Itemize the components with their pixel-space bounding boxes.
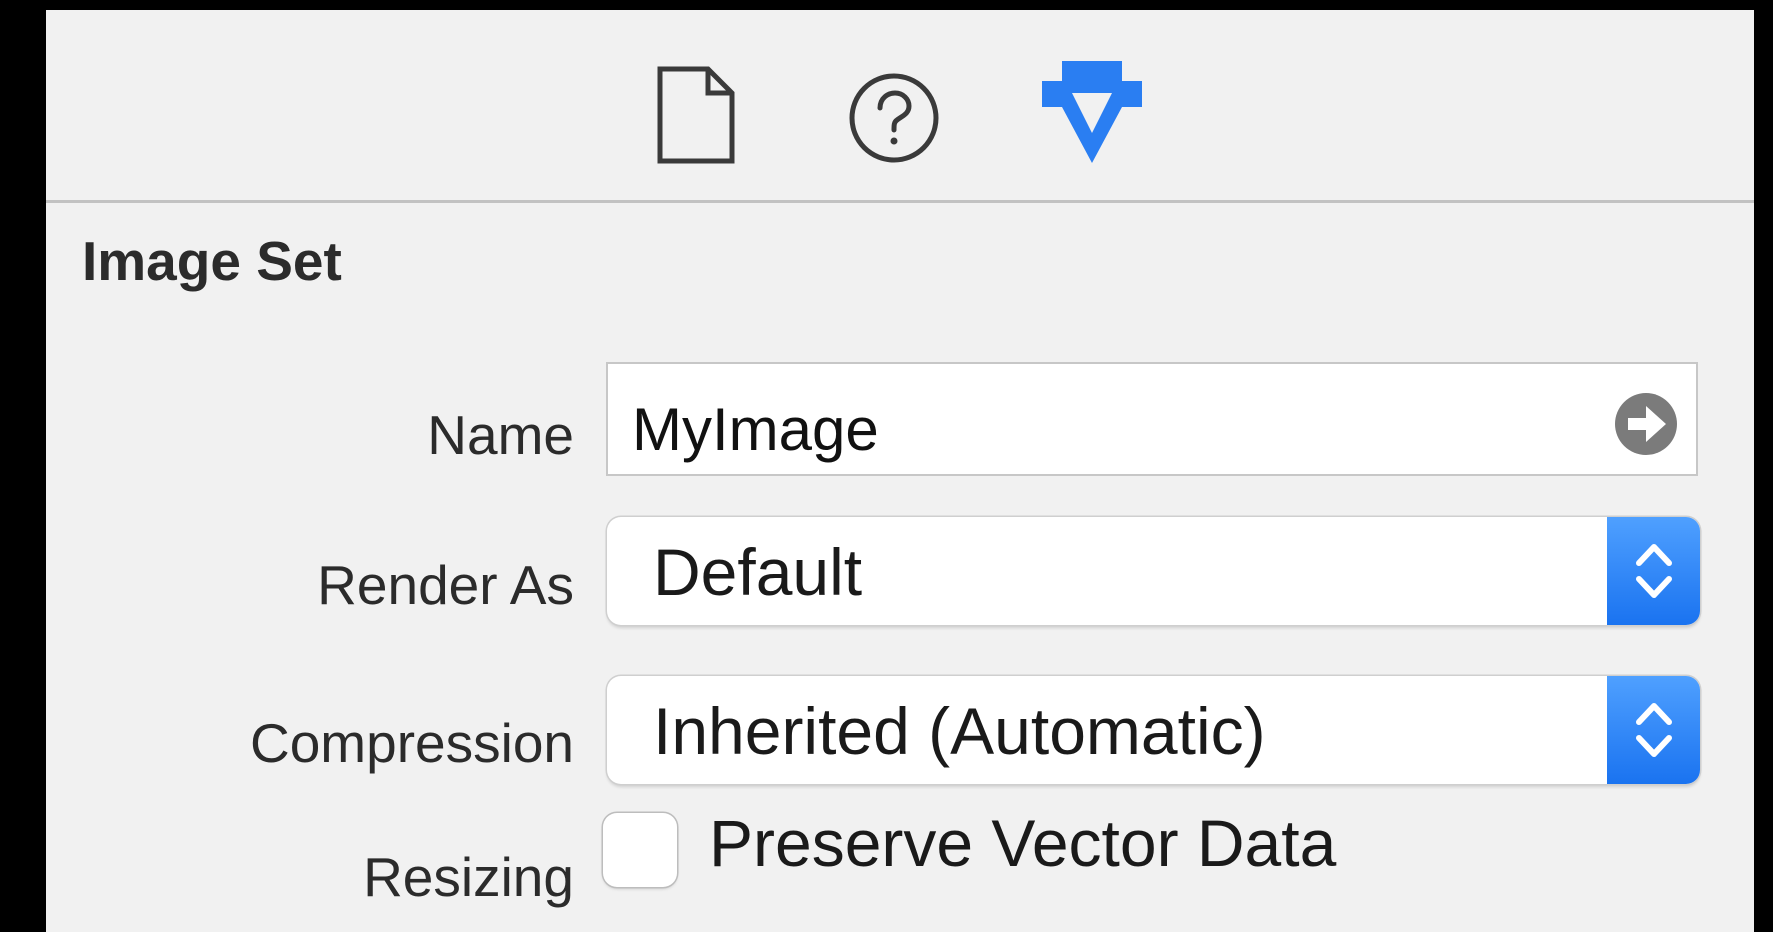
compression-stepper[interactable] xyxy=(1607,676,1700,784)
name-label: Name xyxy=(427,404,574,466)
file-inspector-icon[interactable] xyxy=(656,65,736,165)
chevron-up-down-icon xyxy=(1636,703,1672,757)
compression-value: Inherited (Automatic) xyxy=(653,694,1266,768)
quick-help-icon[interactable] xyxy=(846,70,942,166)
attributes-inspector-panel: Image Set Name MyImage Render As Default… xyxy=(46,10,1754,932)
chevron-up-down-icon xyxy=(1636,544,1672,598)
resizing-label: Resizing xyxy=(363,846,574,908)
inspector-toolbar xyxy=(46,10,1754,203)
name-text-field[interactable]: MyImage xyxy=(606,362,1698,476)
render-as-value: Default xyxy=(653,535,863,609)
compression-label: Compression xyxy=(249,712,574,774)
preserve-vector-data-label[interactable]: Preserve Vector Data xyxy=(709,810,1336,876)
arrow-right-circle-icon[interactable] xyxy=(1614,392,1678,456)
render-as-label: Render As xyxy=(317,554,574,616)
preserve-vector-data-checkbox[interactable] xyxy=(603,813,677,887)
section-title: Image Set xyxy=(82,230,342,292)
render-as-stepper[interactable] xyxy=(1607,517,1700,625)
attributes-inspector-icon[interactable] xyxy=(1036,53,1148,168)
compression-popup[interactable]: Inherited (Automatic) xyxy=(607,676,1700,784)
render-as-popup[interactable]: Default xyxy=(607,517,1700,625)
name-value: MyImage xyxy=(632,396,879,463)
